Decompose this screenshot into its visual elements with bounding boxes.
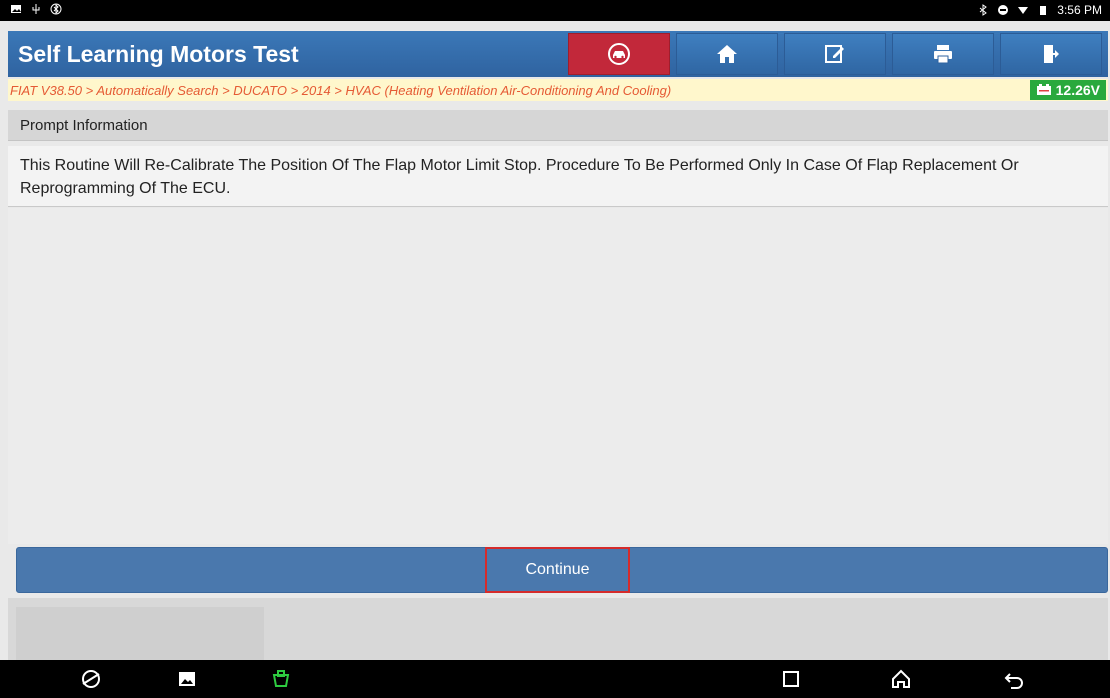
vehicle-icon bbox=[608, 43, 630, 65]
exit-button[interactable] bbox=[1000, 33, 1102, 75]
footer-tile bbox=[16, 607, 264, 660]
bluetooth-icon bbox=[979, 4, 988, 16]
browser-button[interactable] bbox=[80, 668, 102, 690]
gallery-button[interactable] bbox=[176, 668, 198, 690]
voltage-value: 12.26V bbox=[1055, 82, 1100, 98]
app-header: Self Learning Motors Test bbox=[8, 31, 1108, 77]
recents-icon bbox=[783, 671, 799, 687]
recents-button[interactable] bbox=[780, 668, 802, 690]
page-title: Self Learning Motors Test bbox=[18, 40, 299, 67]
vehicle-button[interactable] bbox=[568, 33, 670, 75]
status-bar: 3:56 PM bbox=[0, 0, 1110, 21]
bluetooth-circle-icon bbox=[50, 3, 62, 15]
nav-home-button[interactable] bbox=[890, 668, 912, 690]
breadcrumb: FIAT V38.50 > Automatically Search > DUC… bbox=[10, 82, 672, 98]
home-button[interactable] bbox=[676, 33, 778, 75]
print-button[interactable] bbox=[892, 33, 994, 75]
system-nav-bar bbox=[0, 660, 1110, 698]
home-icon bbox=[717, 45, 737, 63]
usb-icon bbox=[32, 4, 40, 14]
battery-icon bbox=[1040, 6, 1047, 15]
exit-icon bbox=[1044, 45, 1059, 63]
vci-icon bbox=[272, 670, 290, 687]
continue-button[interactable]: Continue bbox=[485, 547, 630, 593]
prompt-message-panel: This Routine Will Re-Calibrate The Posit… bbox=[8, 146, 1108, 207]
back-icon bbox=[1004, 673, 1023, 689]
content-area bbox=[8, 208, 1108, 544]
prompt-title: Prompt Information bbox=[20, 116, 148, 134]
battery-voltage-badge: 12.26V bbox=[1029, 80, 1106, 100]
print-icon bbox=[934, 45, 952, 64]
prompt-message: This Routine Will Re-Calibrate The Posit… bbox=[20, 157, 1019, 197]
back-button[interactable] bbox=[1003, 668, 1025, 690]
image-icon bbox=[11, 5, 21, 13]
browser-icon bbox=[82, 670, 100, 688]
minus-circle-icon bbox=[998, 5, 1009, 15]
clock: 3:56 PM bbox=[1057, 3, 1102, 17]
edit-button[interactable] bbox=[784, 33, 886, 75]
gallery-icon bbox=[179, 672, 195, 686]
wifi-icon bbox=[1018, 7, 1029, 14]
home-outline-icon bbox=[892, 669, 910, 688]
prompt-title-bar: Prompt Information bbox=[8, 110, 1108, 141]
edit-icon bbox=[825, 45, 844, 63]
car-battery-icon bbox=[1036, 84, 1051, 95]
breadcrumb-bar: FIAT V38.50 > Automatically Search > DUC… bbox=[8, 79, 1108, 101]
vci-button[interactable] bbox=[270, 668, 292, 690]
